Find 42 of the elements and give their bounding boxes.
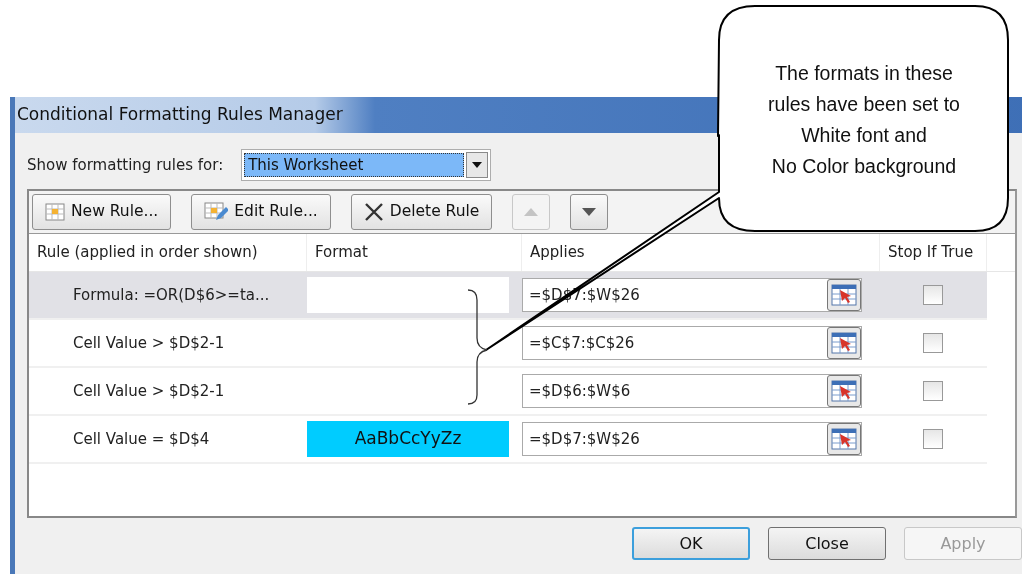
new-rule-icon: [45, 203, 65, 221]
delete-rule-button[interactable]: Delete Rule: [350, 194, 493, 230]
applies-to-field[interactable]: =$D$6:$W$6: [522, 374, 862, 408]
format-preview: AaBbCcYyZz: [307, 421, 509, 457]
stop-if-true-checkbox[interactable]: [923, 285, 943, 305]
new-rule-button[interactable]: New Rule...: [32, 194, 172, 230]
scope-label: Show formatting rules for:: [27, 154, 224, 176]
stop-if-true-checkbox[interactable]: [923, 429, 943, 449]
range-picker-button[interactable]: [827, 279, 861, 311]
range-select-icon: [831, 332, 857, 354]
applies-to-field[interactable]: =$C$7:$C$26: [522, 326, 862, 360]
range-select-icon: [831, 428, 857, 450]
stop-if-true-checkbox[interactable]: [923, 381, 943, 401]
rule-row[interactable]: Cell Value > $D$2-1 =$D$6:$W$6: [29, 368, 987, 416]
scope-dropdown[interactable]: This Worksheet: [241, 149, 492, 181]
stop-if-true-checkbox[interactable]: [923, 333, 943, 353]
range-picker-button[interactable]: [827, 327, 861, 359]
move-up-icon: [524, 208, 539, 216]
callout-text: The formats in these rules have been set to White font and No Color background: [767, 61, 961, 179]
dropdown-arrow-icon: [472, 162, 483, 168]
rule-text: Cell Value > $D$2-1: [72, 381, 225, 400]
edit-rule-button[interactable]: Edit Rule...: [191, 194, 331, 230]
range-select-icon: [831, 284, 857, 306]
dialog-button[interactable]: Close: [768, 527, 886, 560]
rule-text: Cell Value = $D$4: [72, 429, 210, 448]
edit-rule-icon: [204, 202, 229, 222]
column-header: Rule (applied in order shown): [29, 234, 307, 271]
move-down-icon: [582, 208, 597, 216]
range-select-icon: [831, 380, 857, 402]
window-title: Conditional Formatting Rules Manager: [17, 103, 343, 127]
range-picker-button[interactable]: [827, 375, 861, 407]
rule-row[interactable]: Cell Value > $D$2-1 =$C$7:$C$26: [29, 320, 987, 368]
rule-row[interactable]: Cell Value = $D$4 AaBbCcYyZz =$D$7:$W$26: [29, 416, 987, 464]
move-down-button[interactable]: [570, 194, 609, 230]
range-picker-button[interactable]: [827, 423, 861, 455]
delete-icon: [363, 202, 384, 222]
dialog-button[interactable]: OK: [632, 527, 750, 560]
applies-to-field[interactable]: =$D$7:$W$26: [522, 422, 862, 456]
rule-text: Cell Value > $D$2-1: [72, 333, 225, 352]
column-header: Format: [307, 234, 522, 271]
rule-text: Formula: =OR(D$6>=ta...: [72, 285, 270, 304]
column-header: Stop If True: [880, 234, 987, 271]
